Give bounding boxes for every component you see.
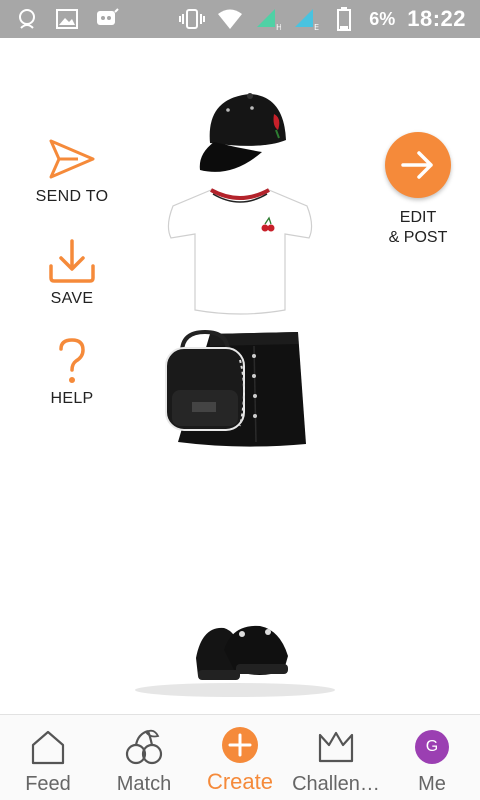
signal-icon: H: [255, 6, 281, 32]
cherries-icon: [124, 727, 164, 767]
nav-match[interactable]: Match: [96, 715, 192, 800]
cap-item[interactable]: [192, 88, 292, 185]
status-right-icons: H E 6% 18:22: [179, 4, 466, 34]
app-notification-icon: [14, 6, 40, 32]
plus-circle-icon: [221, 725, 259, 765]
home-icon: [29, 727, 67, 767]
nav-me-label: Me: [418, 773, 446, 795]
nav-create-label: Create: [206, 769, 274, 794]
battery-icon: [331, 6, 357, 32]
chat-bot-icon: [94, 6, 120, 32]
download-icon: [12, 236, 132, 286]
status-bar: H E 6% 18:22: [0, 0, 480, 38]
image-icon: [54, 6, 80, 32]
send-to-button[interactable]: SEND TO: [12, 134, 132, 206]
nav-challenges[interactable]: Challen…: [288, 715, 384, 800]
svg-text:E: E: [314, 23, 319, 31]
nav-create[interactable]: Create: [192, 715, 288, 800]
edit-post-label: EDIT & POST: [388, 209, 448, 246]
vibrate-icon: [179, 6, 206, 32]
sneakers-item[interactable]: [120, 614, 350, 707]
question-icon: [12, 336, 132, 386]
crown-icon: [316, 727, 356, 767]
nav-feed[interactable]: Feed: [0, 715, 96, 800]
save-label: SAVE: [50, 290, 94, 307]
tshirt-item[interactable]: [165, 182, 315, 323]
signal-icon-2: E: [293, 6, 319, 32]
avatar: G: [415, 730, 449, 764]
wifi-icon: [217, 6, 243, 32]
bottom-nav: Feed Match Create Challen… G Me: [0, 714, 480, 800]
send-icon: [12, 134, 132, 184]
backpack-item[interactable]: [160, 329, 250, 439]
edit-post-button[interactable]: EDIT & POST: [370, 132, 466, 248]
send-to-label: SEND TO: [35, 188, 109, 205]
help-label: HELP: [50, 390, 94, 407]
battery-percent: 6%: [369, 8, 396, 29]
arrow-right-icon[interactable]: [385, 132, 451, 198]
save-button[interactable]: SAVE: [12, 236, 132, 308]
status-left-icons: [14, 6, 120, 32]
nav-feed-label: Feed: [25, 773, 71, 795]
clock-time: 18:22: [407, 6, 466, 31]
svg-text:H: H: [276, 23, 281, 31]
nav-challenges-label: Challen…: [292, 773, 380, 795]
nav-me[interactable]: G Me: [384, 715, 480, 800]
help-button[interactable]: HELP: [12, 336, 132, 408]
nav-match-label: Match: [116, 773, 172, 795]
